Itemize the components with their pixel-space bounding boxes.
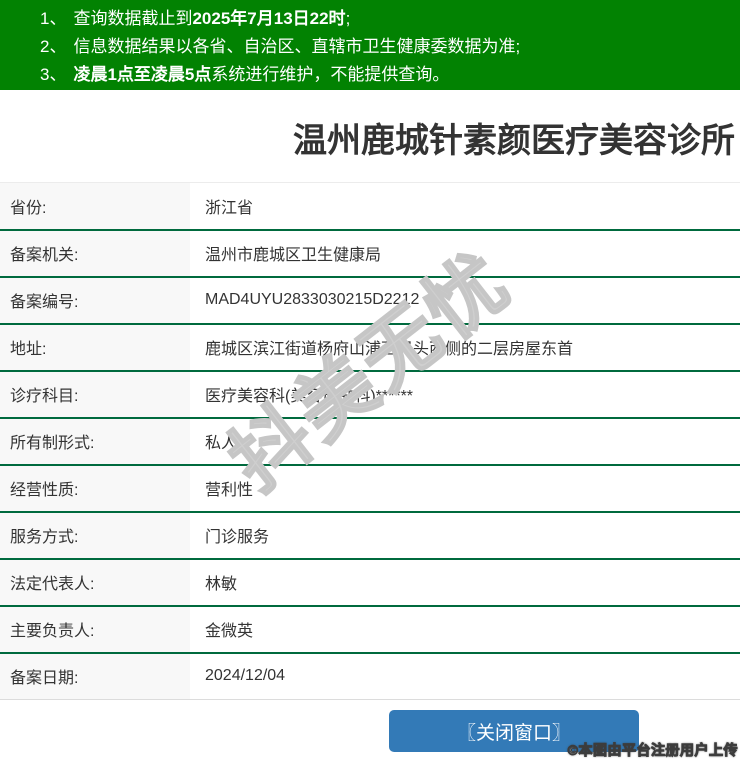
notice-text-bold: 凌晨1点至凌晨5点 bbox=[73, 65, 212, 84]
field-label: 备案机关: bbox=[0, 228, 190, 277]
table-row: 地址: 鹿城区滨江街道杨府山浦西码头西侧的二层房屋东首 bbox=[0, 322, 740, 371]
field-value: 2024/12/04 bbox=[190, 651, 740, 700]
table-row: 主要负责人: 金微英 bbox=[0, 604, 740, 653]
field-value: 温州市鹿城区卫生健康局 bbox=[190, 228, 740, 277]
notice-text: ; bbox=[345, 9, 351, 28]
notice-text: 查询数据截止到 bbox=[73, 9, 193, 28]
field-value: 私人 bbox=[190, 416, 740, 465]
field-label: 主要负责人: bbox=[0, 604, 190, 653]
field-value: 林敏 bbox=[190, 557, 740, 606]
field-value: 金微英 bbox=[190, 604, 740, 653]
registration-info-table: 省份: 浙江省 备案机关: 温州市鹿城区卫生健康局 备案编号: MAD4UYU2… bbox=[0, 182, 740, 700]
field-value: 门诊服务 bbox=[190, 510, 740, 559]
notice-line-3: 3、 凌晨1点至凌晨5点系统进行维护，不能提供查询。 bbox=[40, 61, 740, 89]
field-value: MAD4UYU2833030215D2212 bbox=[190, 275, 740, 324]
table-row: 省份: 浙江省 bbox=[0, 182, 740, 230]
notice-text: 信息数据结果以各省、自治区、直辖市卫生健康委数据为准; bbox=[73, 37, 521, 56]
table-row: 备案日期: 2024/12/04 bbox=[0, 651, 740, 700]
field-label: 诊疗科目: bbox=[0, 369, 190, 418]
button-row: 〖关闭窗口〗 bbox=[0, 710, 740, 752]
field-label: 法定代表人: bbox=[0, 557, 190, 606]
table-row: 诊疗科目: 医疗美容科(美容皮肤科)****** bbox=[0, 369, 740, 418]
field-label: 省份: bbox=[0, 182, 190, 230]
field-label: 备案日期: bbox=[0, 651, 190, 700]
notice-number: 3、 bbox=[40, 65, 67, 84]
table-row: 经营性质: 营利性 bbox=[0, 463, 740, 512]
field-label: 服务方式: bbox=[0, 510, 190, 559]
notice-text-bold: 2025年7月13日22时 bbox=[192, 9, 346, 28]
notice-text: 系统进行维护，不能提供查询。 bbox=[211, 65, 450, 84]
table-row: 服务方式: 门诊服务 bbox=[0, 510, 740, 559]
query-result-window: 1、 查询数据截止到2025年7月13日22时; 2、 信息数据结果以各省、自治区、… bbox=[0, 0, 740, 762]
table-row: 备案机关: 温州市鹿城区卫生健康局 bbox=[0, 228, 740, 277]
field-label: 地址: bbox=[0, 322, 190, 371]
table-row: 备案编号: MAD4UYU2833030215D2212 bbox=[0, 275, 740, 324]
close-window-button[interactable]: 〖关闭窗口〗 bbox=[389, 710, 639, 752]
field-value: 医疗美容科(美容皮肤科)****** bbox=[190, 369, 740, 418]
table-row: 法定代表人: 林敏 bbox=[0, 557, 740, 606]
page-title: 温州鹿城针素颜医疗美容诊所 bbox=[293, 122, 735, 160]
field-value: 营利性 bbox=[190, 463, 740, 512]
table-row: 所有制形式: 私人 bbox=[0, 416, 740, 465]
notice-line-1: 1、 查询数据截止到2025年7月13日22时; bbox=[40, 5, 740, 33]
notice-line-2: 2、 信息数据结果以各省、自治区、直辖市卫生健康委数据为准; bbox=[40, 33, 740, 61]
field-label: 经营性质: bbox=[0, 463, 190, 512]
field-label: 备案编号: bbox=[0, 275, 190, 324]
notice-bar: 1、 查询数据截止到2025年7月13日22时; 2、 信息数据结果以各省、自治区、… bbox=[0, 0, 740, 90]
notice-number: 2、 bbox=[40, 37, 67, 56]
notice-number: 1、 bbox=[40, 9, 67, 28]
field-value: 浙江省 bbox=[205, 199, 254, 217]
page: 1、 查询数据截止到2025年7月13日22时; 2、 信息数据结果以各省、自治区、… bbox=[0, 0, 740, 752]
field-label: 所有制形式: bbox=[0, 416, 190, 465]
field-value: 鹿城区滨江街道杨府山浦西码头西侧的二层房屋东首 bbox=[190, 322, 740, 371]
